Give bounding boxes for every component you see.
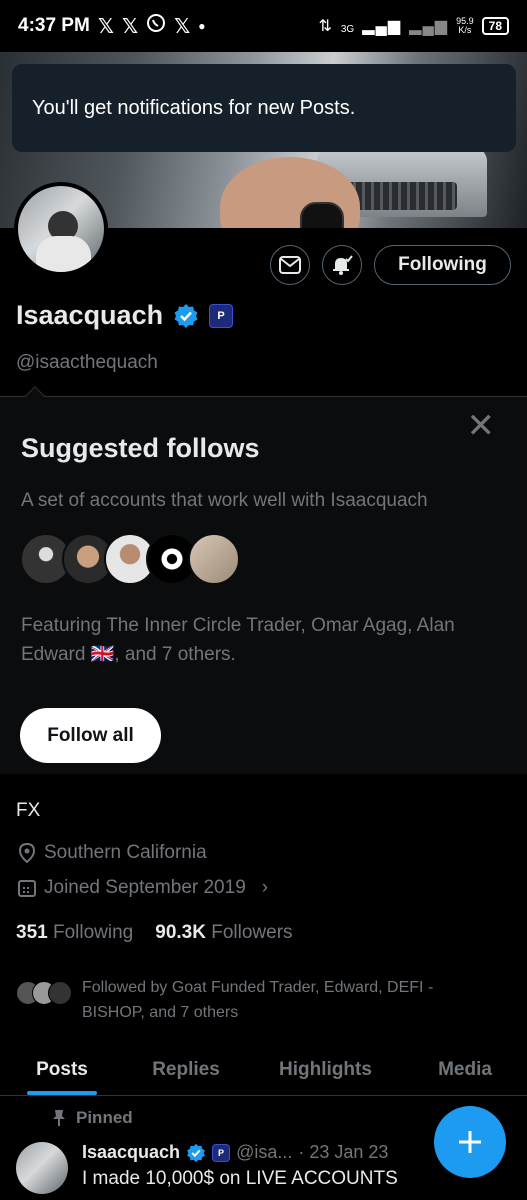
x-notification-icon: 𝕏: [97, 15, 114, 38]
profile-handle: @isaacthequach: [16, 352, 158, 373]
pinned-label: Pinned: [76, 1108, 133, 1127]
mini-avatar: [48, 981, 72, 1005]
post-author-name[interactable]: Isaacquach: [82, 1142, 180, 1163]
signal-icon: ▂▄▆: [362, 18, 402, 35]
calendar-icon: [18, 880, 36, 897]
post-author-handle: @isa...: [236, 1142, 293, 1162]
panel-caret: [25, 386, 45, 406]
tab-highlights[interactable]: Highlights: [248, 1044, 403, 1095]
tab-media[interactable]: Media: [403, 1044, 527, 1095]
toast-message: You'll get notifications for new Posts.: [32, 96, 356, 119]
follow-stats: 351 Following 90.3K Followers: [16, 922, 293, 944]
signal-icon-2: ▂▄▆: [409, 18, 449, 35]
envelope-icon: [279, 256, 301, 274]
message-button[interactable]: [270, 245, 310, 285]
battery-indicator: 78: [481, 17, 509, 35]
tab-replies[interactable]: Replies: [124, 1044, 248, 1095]
notification-toast: You'll get notifications for new Posts.: [12, 64, 516, 152]
close-icon[interactable]: ✕: [467, 409, 496, 443]
profile-joined: Joined September 2019: [44, 877, 246, 898]
status-time: 4:37 PM: [18, 15, 90, 36]
affiliate-badge: P: [212, 1143, 231, 1162]
post-date: · 23 Jan 23: [298, 1142, 389, 1162]
plus-icon: [459, 1131, 481, 1153]
x-notification-icon: 𝕏: [121, 15, 139, 38]
suggested-title: Suggested follows: [21, 433, 260, 463]
pin-icon: [53, 1110, 65, 1126]
followed-by-text: Followed by Goat Funded Trader, Edward, …: [82, 979, 434, 1021]
x-notification-icon: 𝕏: [174, 15, 191, 38]
network-speed: 95.9 K/s: [456, 16, 474, 35]
whatsapp-icon: [146, 13, 166, 39]
location-row: Southern California: [18, 842, 207, 864]
suggested-follows-panel: ✕ Suggested follows A set of accounts th…: [0, 386, 527, 774]
network-type: 3G: [340, 24, 355, 35]
bell-check-icon: [333, 255, 353, 275]
followers-stat[interactable]: 90.3K Followers: [155, 922, 292, 944]
suggested-avatars[interactable]: [20, 533, 240, 585]
post-author-avatar[interactable]: [16, 1142, 68, 1194]
following-button[interactable]: Following: [374, 245, 511, 285]
suggested-avatar: [188, 533, 240, 585]
verified-badge-icon[interactable]: [173, 303, 199, 329]
post-text[interactable]: I made 10,000$ on LIVE ACCOUNTS: [82, 1168, 398, 1190]
following-stat[interactable]: 351 Following: [16, 922, 133, 944]
dot-icon: ●: [198, 19, 206, 33]
status-bar: 4:37 PM 𝕏 𝕏 𝕏 ● ⇅ 3G ▂▄▆ ▂▄▆ 95.9 K/s 78: [0, 0, 527, 52]
followed-by-avatars: [16, 981, 72, 1025]
follow-all-button[interactable]: Follow all: [20, 708, 161, 763]
compose-post-button[interactable]: [434, 1106, 506, 1178]
profile-location: Southern California: [44, 842, 207, 863]
affiliate-badge[interactable]: P: [209, 303, 234, 328]
post-header: Isaacquach P @isa... · 23 Jan 23: [82, 1142, 388, 1163]
banner-car-grill: [347, 182, 457, 210]
chevron-right-icon: ›: [261, 877, 269, 898]
verified-badge-icon: [187, 1143, 205, 1162]
suggested-description: A set of accounts that work well with Is…: [21, 490, 428, 511]
tab-posts[interactable]: Posts: [0, 1044, 124, 1095]
profile-tabs: Posts Replies Highlights Media: [0, 1044, 527, 1096]
suggested-featuring: Featuring The Inner Circle Trader, Omar …: [21, 615, 455, 665]
profile-name: Isaacquach: [16, 300, 164, 330]
data-arrows-icon: ⇅: [318, 18, 333, 35]
banner-keyfob-shape: [300, 202, 344, 228]
avatar-figure-body: [36, 236, 91, 272]
location-pin-icon: [18, 843, 36, 863]
notifications-button[interactable]: [322, 245, 362, 285]
profile-bio: FX: [16, 800, 41, 821]
profile-avatar[interactable]: [14, 182, 108, 276]
followed-by-row[interactable]: Followed by Goat Funded Trader, Edward, …: [16, 975, 482, 1025]
joined-row[interactable]: Joined September 2019 ›: [18, 877, 268, 899]
profile-name-row: Isaacquach P: [16, 300, 234, 331]
pinned-indicator: Pinned: [52, 1108, 133, 1128]
